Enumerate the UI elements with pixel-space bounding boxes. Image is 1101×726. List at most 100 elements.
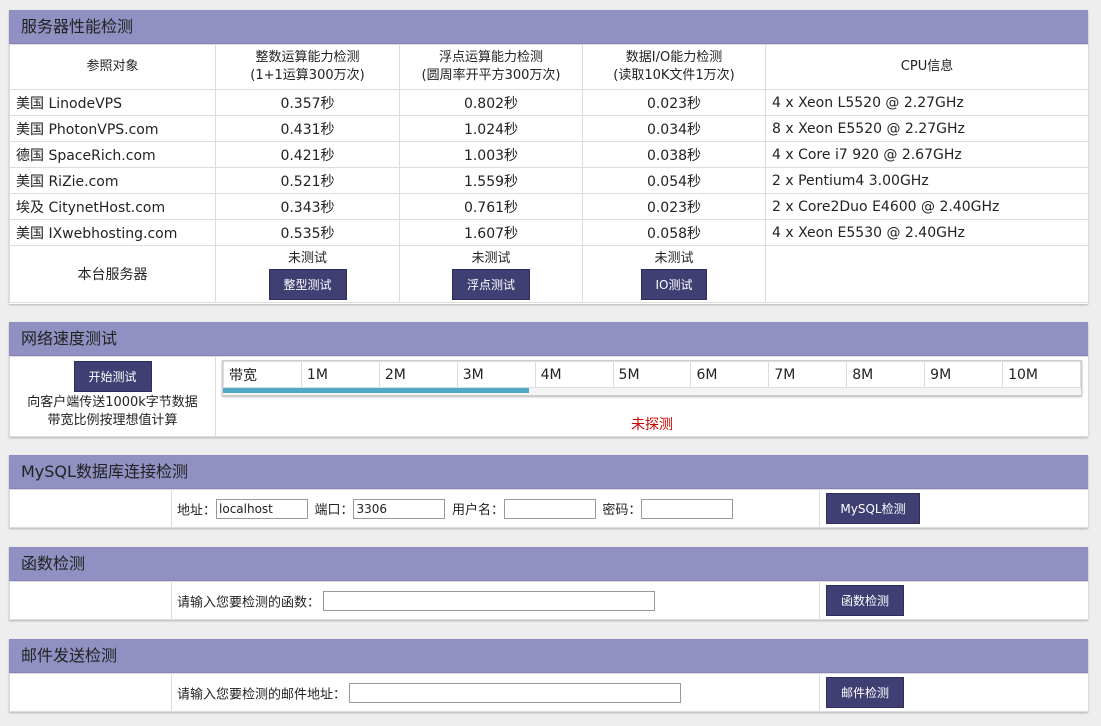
- address-input[interactable]: localhost: [216, 498, 309, 519]
- bandwidth-tick: 10M: [1002, 361, 1081, 388]
- bandwidth-scale: 带宽 1M 2M 3M 4M 5M 6M 7M 8M 9M 10M: [223, 361, 1081, 388]
- float-value: 0.802秒: [399, 89, 583, 116]
- function-fields: 请输入您要检测的函数：: [171, 581, 820, 620]
- io-test-cell: 未测试 IO测试: [582, 245, 766, 303]
- io-value: 0.023秒: [582, 89, 766, 116]
- bandwidth-tick: 1M: [300, 361, 380, 388]
- float-value: 0.761秒: [399, 193, 583, 220]
- float-value: 1.559秒: [399, 167, 583, 194]
- cpu-value: 8 x Xeon E5520 @ 2.27GHz: [765, 115, 1089, 142]
- int-value: 0.431秒: [215, 115, 400, 142]
- bandwidth-tick: 3M: [456, 361, 536, 388]
- io-test-status: 未测试: [654, 251, 694, 266]
- panel-title: MySQL数据库连接检测: [9, 455, 1088, 489]
- io-value: 0.054秒: [582, 167, 766, 194]
- panel-title: 邮件发送检测: [9, 639, 1088, 673]
- int-test-status: 未测试: [287, 251, 327, 266]
- ref-name: 美国 PhotonVPS.com: [9, 115, 216, 142]
- network-speed-table: 开始测试 向客户端传送1000k字节数据 带宽比例按理想值计算 带宽 1M 2M…: [9, 356, 1089, 437]
- column-header-float: 浮点运算能力检测 (圆周率开平方300万次): [399, 44, 583, 90]
- empty-cell: [765, 245, 1089, 303]
- table-row: 美国 IXwebhosting.com 0.535秒 1.607秒 0.058秒…: [9, 219, 1089, 246]
- username-label: 用户名：: [451, 503, 504, 518]
- mysql-table: 地址： localhost 端口： 3306 用户名： 密码： MySQL检测: [9, 489, 1089, 528]
- mail-test-button[interactable]: 邮件检测: [826, 677, 904, 708]
- mysql-test-button[interactable]: MySQL检测: [826, 493, 920, 524]
- bandwidth-tick: 5M: [612, 361, 692, 388]
- float-value: 1.607秒: [399, 219, 583, 246]
- table-row: 德国 SpaceRich.com 0.421秒 1.003秒 0.038秒 4 …: [9, 141, 1089, 168]
- password-label: 密码：: [602, 503, 642, 518]
- username-input[interactable]: [503, 498, 596, 519]
- table-row: 美国 PhotonVPS.com 0.431秒 1.024秒 0.034秒 8 …: [9, 115, 1089, 142]
- function-panel: 函数检测 请输入您要检测的函数： 函数检测: [9, 547, 1089, 620]
- mail-panel: 邮件发送检测 请输入您要检测的邮件地址： 邮件检测: [9, 639, 1089, 712]
- bandwidth-tick: 7M: [768, 361, 848, 388]
- column-header-int: 整数运算能力检测 (1+1运算300万次): [215, 44, 400, 90]
- ref-name: 美国 IXwebhosting.com: [9, 219, 216, 246]
- ref-name: 美国 RiZie.com: [9, 167, 216, 194]
- int-value: 0.535秒: [215, 219, 400, 246]
- bandwidth-progress-bar: [223, 388, 530, 393]
- float-test-button[interactable]: 浮点测试: [452, 269, 530, 300]
- cpu-value: 2 x Core2Duo E4600 @ 2.40GHz: [765, 193, 1089, 220]
- cpu-value: 4 x Xeon L5520 @ 2.27GHz: [765, 89, 1089, 116]
- network-test-controls: 开始测试 向客户端传送1000k字节数据 带宽比例按理想值计算: [9, 356, 216, 437]
- spacer-cell: [9, 581, 172, 620]
- performance-table: 参照对象 整数运算能力检测 (1+1运算300万次) 浮点运算能力检测 (圆周率开平…: [9, 44, 1089, 303]
- io-value: 0.023秒: [582, 193, 766, 220]
- table-row: 埃及 CitynetHost.com 0.343秒 0.761秒 0.023秒 …: [9, 193, 1089, 220]
- io-value: 0.034秒: [582, 115, 766, 142]
- bandwidth-progress-track: [223, 388, 1081, 395]
- bandwidth-tick: 8M: [846, 361, 926, 388]
- column-header-ref: 参照对象: [9, 44, 216, 90]
- ref-name: 美国 LinodeVPS: [9, 89, 216, 116]
- int-value: 0.357秒: [215, 89, 400, 116]
- bandwidth-tick: 4M: [534, 361, 614, 388]
- mysql-panel: MySQL数据库连接检测 地址： localhost 端口： 3306 用户名： 密…: [9, 455, 1089, 528]
- start-test-button[interactable]: 开始测试: [73, 361, 152, 392]
- panel-title: 函数检测: [9, 547, 1088, 581]
- bandwidth-meter: 带宽 1M 2M 3M 4M 5M 6M 7M 8M 9M 10M: [222, 360, 1082, 396]
- float-value: 1.024秒: [399, 115, 583, 142]
- spacer-cell: [9, 673, 172, 712]
- server-performance-panel: 服务器性能检测 参照对象 整数运算能力检测 (1+1运算300万次) 浮点运算能力…: [9, 10, 1089, 304]
- mail-button-cell: 邮件检测: [819, 673, 1089, 712]
- io-value: 0.058秒: [582, 219, 766, 246]
- function-button-cell: 函数检测: [819, 581, 1089, 620]
- int-test-cell: 未测试 整型测试: [215, 245, 400, 303]
- cpu-value: 4 x Xeon E5530 @ 2.40GHz: [765, 219, 1089, 246]
- address-label: 地址：: [177, 503, 217, 518]
- network-test-status: 未探测: [631, 417, 673, 433]
- io-test-button[interactable]: IO测试: [641, 269, 707, 300]
- network-test-desc-1: 向客户端传送1000k字节数据: [27, 395, 198, 410]
- password-input[interactable]: [641, 498, 734, 519]
- table-header-row: 参照对象 整数运算能力检测 (1+1运算300万次) 浮点运算能力检测 (圆周率开平…: [9, 44, 1089, 90]
- float-value: 1.003秒: [399, 141, 583, 168]
- local-server-row: 本台服务器 未测试 整型测试 未测试 浮点测试 未测试 IO测试: [9, 245, 1089, 303]
- mysql-button-cell: MySQL检测: [819, 489, 1089, 528]
- mail-prompt: 请输入您要检测的邮件地址：: [177, 687, 347, 702]
- function-input[interactable]: [323, 590, 656, 611]
- int-value: 0.343秒: [215, 193, 400, 220]
- spacer-cell: [9, 489, 172, 528]
- bandwidth-tick: 6M: [690, 361, 770, 388]
- table-row: 美国 RiZie.com 0.521秒 1.559秒 0.054秒 2 x Pe…: [9, 167, 1089, 194]
- int-value: 0.521秒: [215, 167, 400, 194]
- cpu-value: 2 x Pentium4 3.00GHz: [765, 167, 1089, 194]
- int-test-button[interactable]: 整型测试: [268, 269, 347, 300]
- mysql-fields: 地址： localhost 端口： 3306 用户名： 密码：: [171, 489, 820, 528]
- column-header-cpu: CPU信息: [765, 44, 1089, 90]
- cpu-value: 4 x Core i7 920 @ 2.67GHz: [765, 141, 1089, 168]
- bandwidth-cell: 带宽 1M 2M 3M 4M 5M 6M 7M 8M 9M 10M 未探测: [215, 356, 1089, 437]
- mail-input[interactable]: [349, 682, 682, 703]
- function-test-button[interactable]: 函数检测: [826, 585, 904, 616]
- panel-title: 网络速度测试: [9, 322, 1088, 356]
- port-input[interactable]: 3306: [353, 498, 446, 519]
- float-test-cell: 未测试 浮点测试: [399, 245, 583, 303]
- port-label: 端口：: [314, 503, 354, 518]
- ref-name: 德国 SpaceRich.com: [9, 141, 216, 168]
- panel-title: 服务器性能检测: [9, 10, 1088, 44]
- function-prompt: 请输入您要检测的函数：: [177, 595, 321, 610]
- bandwidth-tick: 2M: [378, 361, 458, 388]
